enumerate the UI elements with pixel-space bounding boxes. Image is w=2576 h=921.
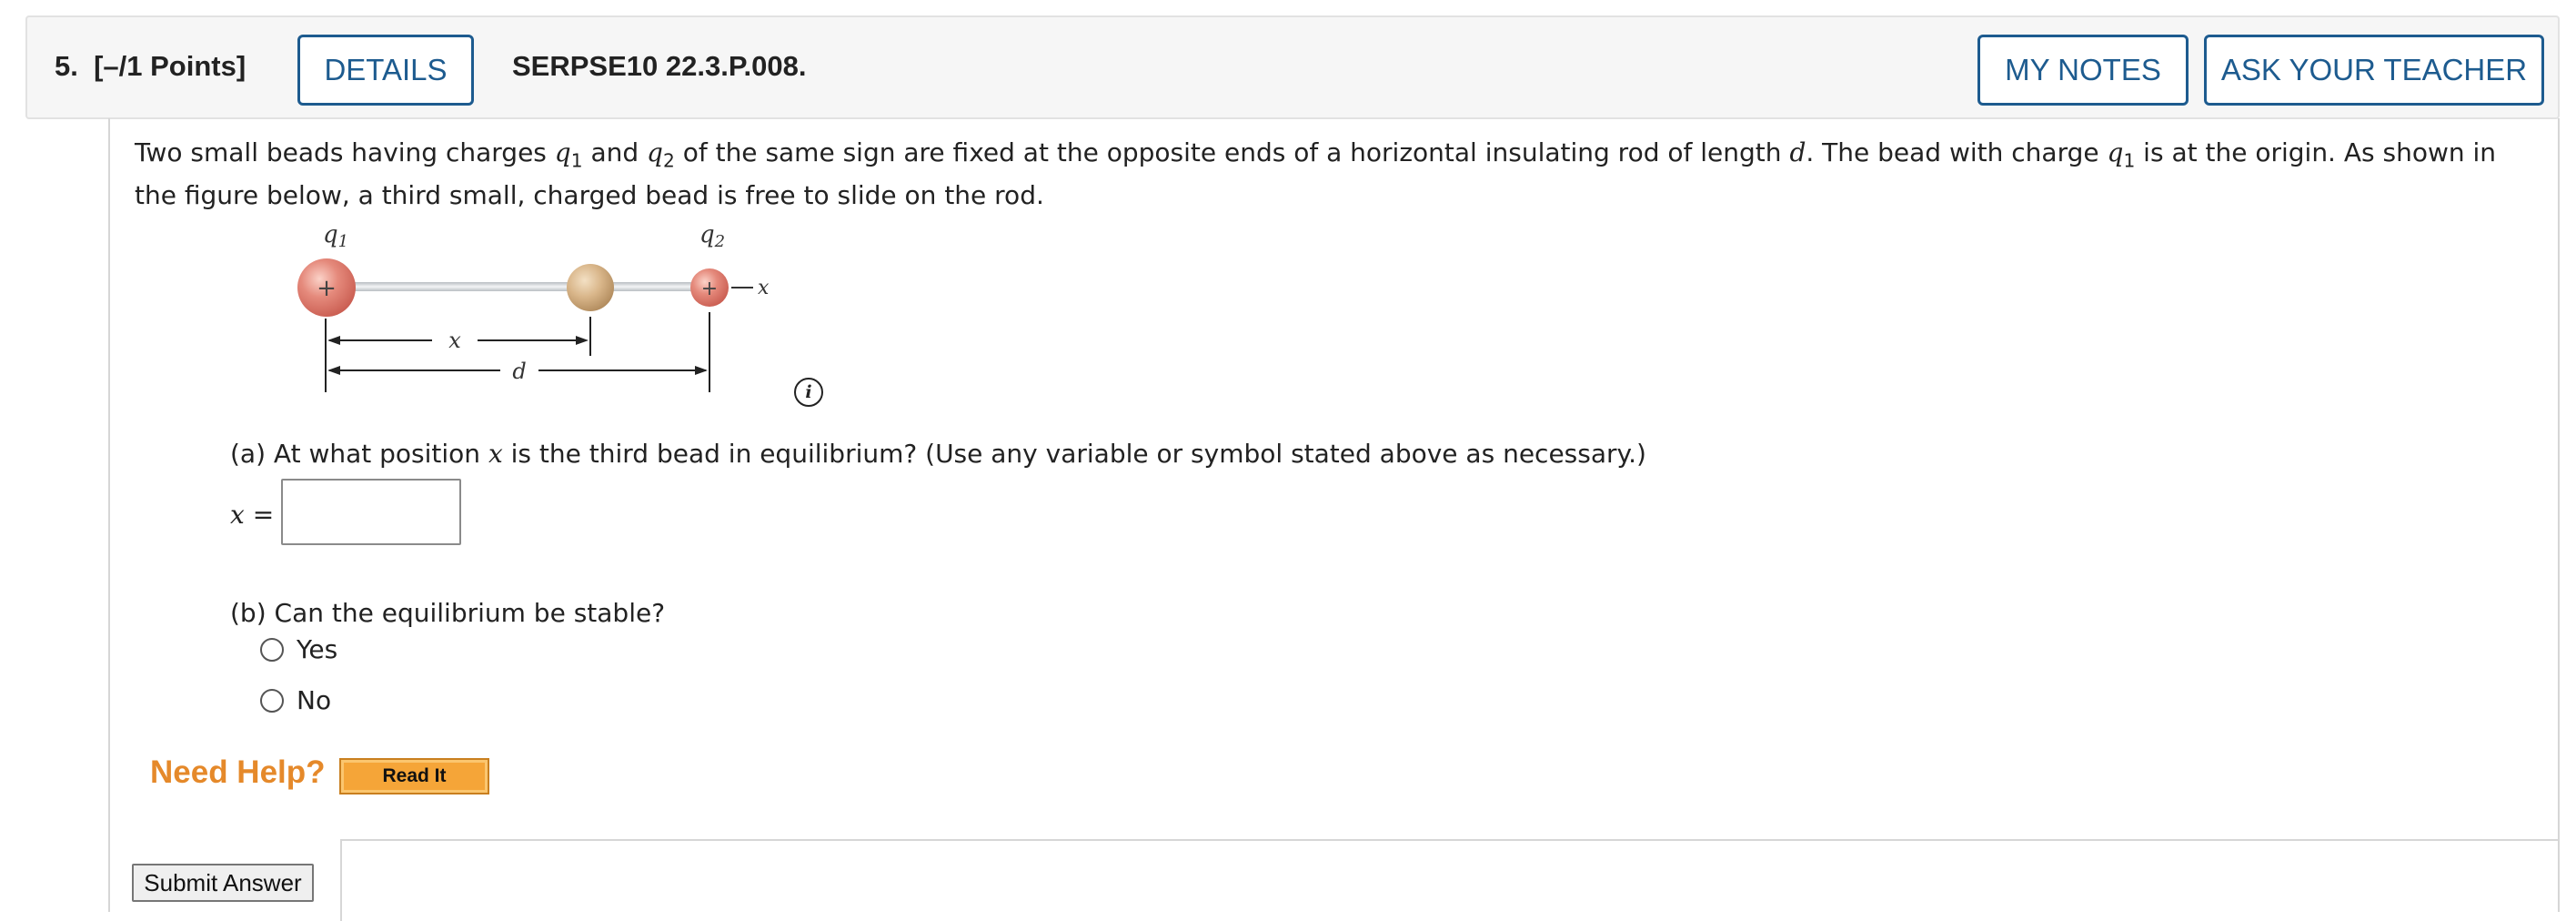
points-label: [–/1 Points] <box>94 50 247 82</box>
part-a-prompt: (a) At what position x is the third bead… <box>230 439 1646 469</box>
radio-label: No <box>297 685 332 715</box>
plus-sign-q2: + <box>701 278 718 300</box>
part-b-prompt: (b) Can the equilibrium be stable? <box>230 598 666 628</box>
label-q2: q2 <box>699 221 725 251</box>
details-button[interactable]: DETAILS <box>297 35 474 106</box>
submit-answer-button[interactable]: Submit Answer <box>132 864 314 902</box>
dimension-d-label: d <box>512 359 526 384</box>
plus-sign-q1: + <box>317 275 337 302</box>
beads-figure: q1 q2 x + + x d <box>297 221 770 392</box>
label-q1: q1 <box>323 221 348 251</box>
my-notes-button[interactable]: MY NOTES <box>1977 35 2189 106</box>
third-bead <box>567 264 614 311</box>
problem-code: SERPSE10 22.3.P.008. <box>512 50 807 82</box>
radio-button[interactable] <box>260 637 284 662</box>
radio-button[interactable] <box>260 688 284 713</box>
need-help-label: Need Help? <box>150 754 326 790</box>
question-number: 5. [–/1 Points] <box>55 50 247 82</box>
answer-input[interactable] <box>281 479 461 545</box>
radio-option-yes[interactable]: Yes <box>260 634 337 664</box>
read-it-button[interactable]: Read It <box>339 758 489 794</box>
question-header: 5. [–/1 Points] DETAILS SERPSE10 22.3.P.… <box>25 15 2560 119</box>
radio-option-no[interactable]: No <box>260 685 331 715</box>
info-icon[interactable]: i <box>794 378 823 407</box>
dimension-x-label: x <box>448 328 461 353</box>
problem-statement: Two small beads having charges q1 and q2… <box>135 137 2497 210</box>
x-axis-label: x <box>758 277 770 299</box>
insulating-rod <box>326 282 703 291</box>
ask-your-teacher-button[interactable]: ASK YOUR TEACHER <box>2204 35 2544 106</box>
answer-label: x = <box>230 500 275 530</box>
submit-area-border <box>340 839 2560 921</box>
radio-label: Yes <box>297 634 338 664</box>
